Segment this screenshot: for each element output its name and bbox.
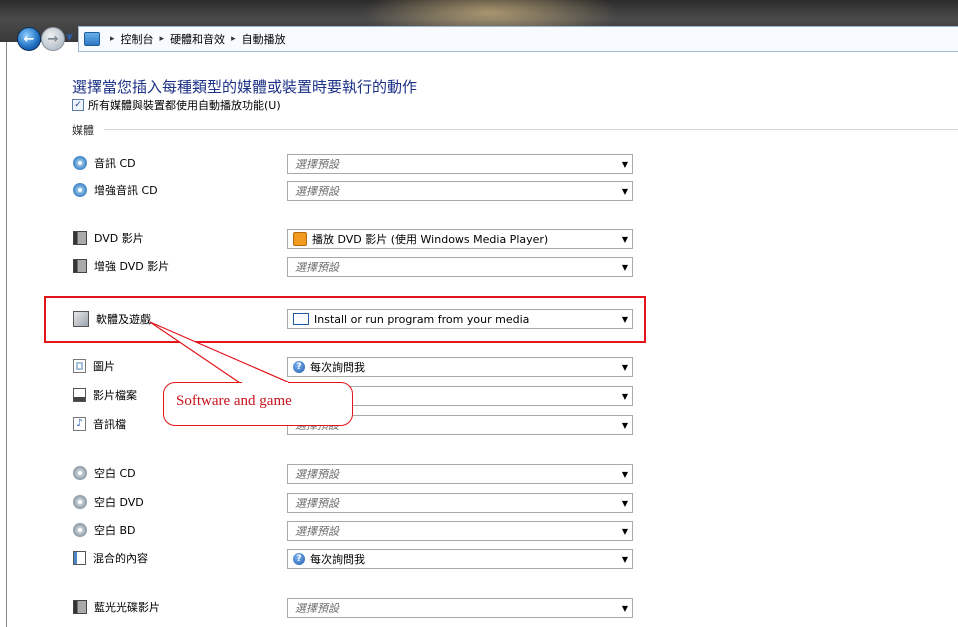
dvd-icon: [73, 231, 87, 245]
row-enhanced-audio-cd-label: 增強音訊 CD: [73, 180, 158, 200]
blank-cd-icon: [73, 466, 87, 480]
select-value: 選擇預設: [295, 525, 339, 538]
breadcrumb-separator[interactable]: ▸: [231, 34, 236, 44]
autoplay-checkbox-row[interactable]: ✓ 所有媒體與裝置都使用自動播放功能(U): [72, 97, 281, 113]
highlight-box: [44, 296, 646, 343]
select-value: 選擇預設: [295, 158, 339, 171]
mixed-content-select[interactable]: ? 每次詢問我 ▼: [287, 549, 633, 569]
media-type-label: 空白 BD: [94, 524, 136, 537]
chevron-down-icon[interactable]: ▼: [618, 160, 632, 169]
row-blank-cd-label: 空白 CD: [73, 463, 136, 483]
row-video-files-label: 影片檔案: [73, 385, 137, 405]
breadcrumb-separator[interactable]: ▸: [110, 34, 115, 44]
row-bluray-label: 藍光光碟影片: [73, 597, 160, 617]
select-value: 選擇預設: [295, 468, 339, 481]
row-enhanced-dvd-label: 增強 DVD 影片: [73, 256, 169, 276]
address-bar[interactable]: ▸ 控制台 ▸ 硬體和音效 ▸ 自動播放: [78, 26, 958, 52]
bluray-select[interactable]: 選擇預設 ▼: [287, 598, 633, 618]
media-type-label: 藍光光碟影片: [94, 601, 160, 614]
chevron-down-icon[interactable]: ▼: [618, 555, 632, 564]
enhanced-audio-cd-select[interactable]: 選擇預設 ▼: [287, 181, 633, 201]
autoplay-checkbox[interactable]: ✓: [72, 99, 84, 111]
media-section-title: 媒體: [72, 124, 94, 137]
audio-cd-select[interactable]: 選擇預設 ▼: [287, 154, 633, 174]
chevron-down-icon[interactable]: ▼: [618, 235, 632, 244]
media-type-label: DVD 影片: [94, 232, 144, 245]
autoplay-checkbox-label[interactable]: 所有媒體與裝置都使用自動播放功能(U): [88, 97, 281, 113]
mixed-content-icon: [73, 551, 86, 565]
chevron-down-icon[interactable]: ▼: [618, 421, 632, 430]
breadcrumb-separator[interactable]: ▸: [160, 34, 165, 44]
blank-cd-select[interactable]: 選擇預設 ▼: [287, 464, 633, 484]
blank-bd-select[interactable]: 選擇預設 ▼: [287, 521, 633, 541]
pictures-select[interactable]: ? 每次詢問我 ▼: [287, 357, 633, 377]
row-pictures-label: 圖片: [73, 356, 115, 376]
media-type-label: 圖片: [93, 360, 115, 373]
select-value: 選擇預設: [295, 497, 339, 510]
chevron-down-icon[interactable]: ▼: [618, 527, 632, 536]
breadcrumb-control-panel[interactable]: 控制台: [121, 31, 154, 47]
blank-bd-icon: [73, 523, 87, 537]
enhanced-audio-cd-icon: [73, 183, 87, 197]
media-type-label: 空白 CD: [94, 467, 136, 480]
recent-pages-dropdown[interactable]: ▼: [66, 33, 73, 43]
media-type-label: 音訊檔: [93, 418, 126, 431]
page-title: 選擇當您插入每種類型的媒體或裝置時要執行的動作: [72, 78, 418, 96]
forward-button[interactable]: →: [41, 27, 65, 51]
media-type-label: 增強音訊 CD: [94, 184, 158, 197]
select-value: 每次詢問我: [310, 553, 365, 566]
section-divider: [104, 129, 958, 130]
select-value: 每次詢問我: [310, 361, 365, 374]
chevron-down-icon[interactable]: ▼: [618, 604, 632, 613]
callout-text: Software and game: [176, 393, 292, 409]
chevron-down-icon[interactable]: ▼: [618, 263, 632, 272]
select-value: 選擇預設: [295, 185, 339, 198]
row-blank-dvd-label: 空白 DVD: [73, 492, 144, 512]
dvd-icon: [73, 259, 87, 273]
select-value: 選擇預設: [295, 602, 339, 615]
audio-file-icon: ♪: [73, 417, 86, 431]
select-value: 播放 DVD 影片 (使用 Windows Media Player): [312, 233, 549, 246]
row-audio-cd-label: 音訊 CD: [73, 153, 136, 173]
enhanced-dvd-select[interactable]: 選擇預設 ▼: [287, 257, 633, 277]
media-type-label: 音訊 CD: [94, 157, 136, 170]
pictures-icon: [73, 359, 86, 373]
media-type-label: 混合的內容: [93, 552, 148, 565]
media-type-label: 影片檔案: [93, 389, 137, 402]
chevron-down-icon[interactable]: ▼: [618, 470, 632, 479]
select-value: 選擇預設: [295, 261, 339, 274]
breadcrumb-autoplay[interactable]: 自動播放: [242, 31, 286, 47]
back-button[interactable]: ←: [17, 27, 41, 51]
media-type-label: 增強 DVD 影片: [94, 260, 170, 273]
blank-dvd-icon: [73, 495, 87, 509]
chevron-down-icon[interactable]: ▼: [618, 499, 632, 508]
chevron-down-icon[interactable]: ▼: [618, 363, 632, 372]
blank-dvd-select[interactable]: 選擇預設 ▼: [287, 493, 633, 513]
row-audio-files-label: ♪ 音訊檔: [73, 414, 126, 434]
control-panel-icon: [84, 32, 100, 46]
row-mixed-content-label: 混合的內容: [73, 548, 148, 568]
media-type-label: 空白 DVD: [94, 496, 144, 509]
chevron-down-icon[interactable]: ▼: [618, 392, 632, 401]
chevron-down-icon[interactable]: ▼: [618, 187, 632, 196]
audio-cd-icon: [73, 156, 87, 170]
bluray-icon: [73, 600, 87, 614]
window-edge: [6, 42, 7, 627]
video-file-icon: [73, 388, 86, 402]
breadcrumb-hardware-sound[interactable]: 硬體和音效: [170, 31, 225, 47]
dvd-select[interactable]: 播放 DVD 影片 (使用 Windows Media Player) ▼: [287, 229, 633, 249]
row-dvd-label: DVD 影片: [73, 228, 144, 248]
row-blank-bd-label: 空白 BD: [73, 520, 136, 540]
